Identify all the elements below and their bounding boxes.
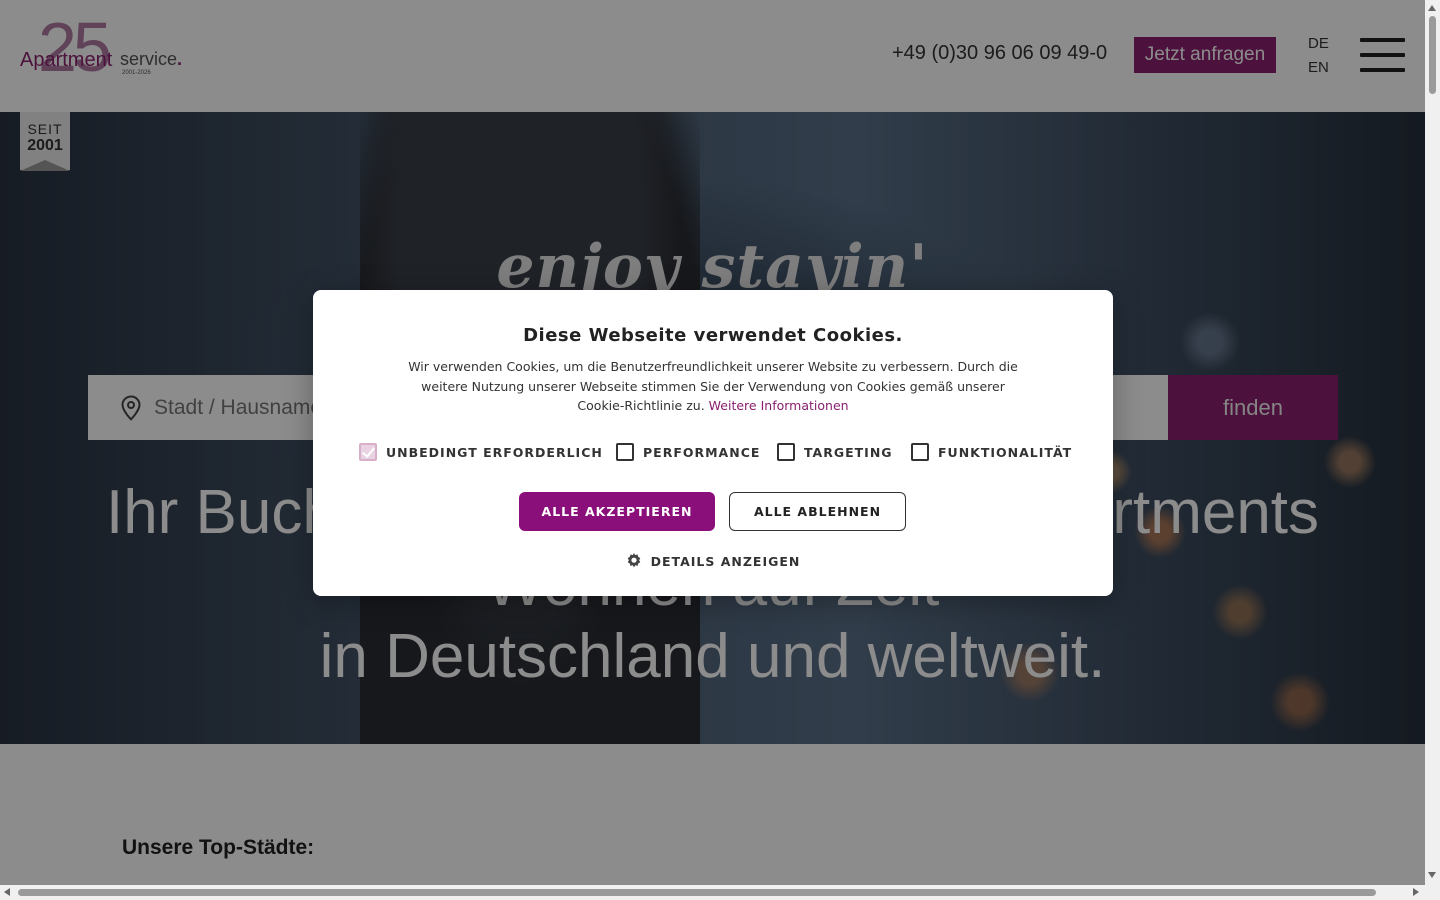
page: 25 Apartment service. 2001-2026 +49 (0)3… (0, 0, 1425, 885)
scroll-right-arrow-icon[interactable] (1413, 888, 1419, 896)
show-details-label: DETAILS ANZEIGEN (650, 553, 801, 569)
checkbox-performance[interactable]: PERFORMANCE (616, 442, 760, 462)
horizontal-scrollbar[interactable] (0, 885, 1425, 900)
show-details-button[interactable]: DETAILS ANZEIGEN (313, 553, 1113, 569)
vertical-scrollbar-thumb[interactable] (1429, 16, 1436, 94)
scrollbar-corner (1425, 885, 1440, 900)
checkbox-label: TARGETING (804, 444, 893, 460)
checkbox-strictly-necessary[interactable]: UNBEDINGT ERFORDERLICH (359, 442, 603, 462)
horizontal-scrollbar-thumb[interactable] (18, 889, 1376, 896)
accept-all-button[interactable]: ALLE AKZEPTIEREN (519, 492, 715, 531)
checkbox-targeting-box[interactable] (777, 443, 795, 461)
checkbox-label: UNBEDINGT ERFORDERLICH (386, 444, 603, 460)
scroll-down-arrow-icon[interactable] (1428, 872, 1436, 878)
cookie-dialog-title: Diese Webseite verwendet Cookies. (523, 325, 903, 346)
scroll-left-arrow-icon[interactable] (4, 888, 10, 896)
checkbox-label: FUNKTIONALITÄT (938, 444, 1073, 460)
gear-icon (627, 553, 640, 568)
cookie-category-options: UNBEDINGT ERFORDERLICH PERFORMANCE TARGE… (359, 442, 1079, 462)
more-information-link[interactable]: Weitere Informationen (709, 398, 849, 413)
scroll-up-arrow-icon[interactable] (1428, 5, 1436, 11)
checkbox-functionality-box[interactable] (911, 443, 929, 461)
checkbox-label: PERFORMANCE (643, 444, 761, 460)
reject-all-button[interactable]: ALLE ABLEHNEN (729, 492, 906, 531)
checkbox-targeting[interactable]: TARGETING (777, 442, 893, 462)
checkbox-performance-box[interactable] (616, 443, 634, 461)
checkbox-strictly-necessary-box[interactable] (359, 443, 377, 461)
vertical-scrollbar[interactable] (1425, 0, 1440, 885)
cookie-dialog-message: Wir verwenden Cookies, um die Benutzerfr… (408, 359, 1018, 413)
cookie-consent-dialog: Diese Webseite verwendet Cookies. Wir ve… (313, 290, 1113, 596)
checkbox-functionality[interactable]: FUNKTIONALITÄT (911, 442, 1072, 462)
